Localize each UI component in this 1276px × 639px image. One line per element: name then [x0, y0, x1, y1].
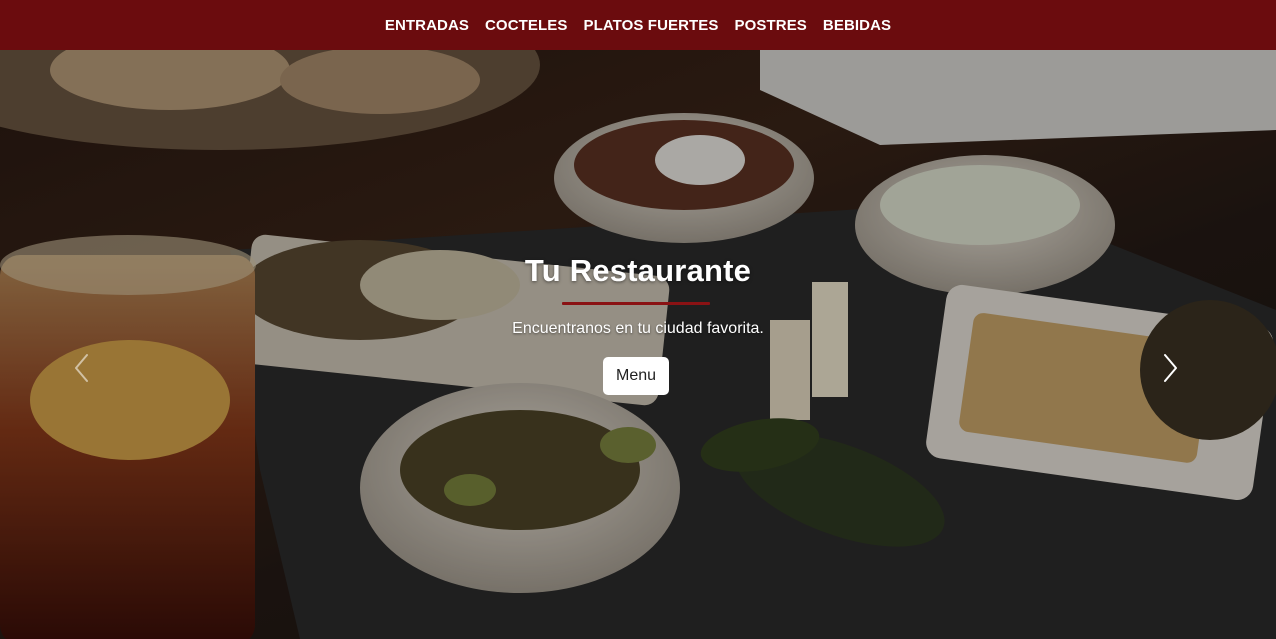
nav-link-entradas[interactable]: ENTRADAS — [385, 15, 469, 36]
nav-link-cocteles[interactable]: COCTELES — [485, 15, 567, 36]
title-divider — [562, 302, 710, 305]
nav-link-bebidas[interactable]: BEBIDAS — [823, 15, 891, 36]
nav-item-entradas: ENTRADAS — [385, 15, 469, 36]
nav-menu: ENTRADAS COCTELES PLATOS FUERTES POSTRES… — [385, 15, 891, 36]
chevron-left-icon — [75, 354, 88, 382]
hero-caption: Tu Restaurante Encuentranos en tu ciudad… — [0, 50, 1276, 639]
nav-item-postres: POSTRES — [735, 15, 807, 36]
hero-title: Tu Restaurante — [524, 253, 752, 288]
menu-button[interactable]: Menu — [603, 357, 669, 395]
hero-carousel: Tu Restaurante Encuentranos en tu ciudad… — [0, 50, 1276, 639]
hero-tagline: Encuentranos en tu ciudad favorita. — [512, 320, 764, 337]
chevron-right-icon — [1164, 354, 1177, 382]
carousel-next-button[interactable] — [1160, 352, 1200, 392]
carousel-prev-button[interactable] — [72, 352, 112, 392]
nav-item-cocteles: COCTELES — [485, 15, 567, 36]
nav-link-postres[interactable]: POSTRES — [735, 15, 807, 36]
nav-item-platos-fuertes: PLATOS FUERTES — [583, 15, 718, 36]
nav-link-platos-fuertes[interactable]: PLATOS FUERTES — [583, 15, 718, 36]
nav-item-bebidas: BEBIDAS — [823, 15, 891, 36]
top-navbar: ENTRADAS COCTELES PLATOS FUERTES POSTRES… — [0, 0, 1276, 50]
